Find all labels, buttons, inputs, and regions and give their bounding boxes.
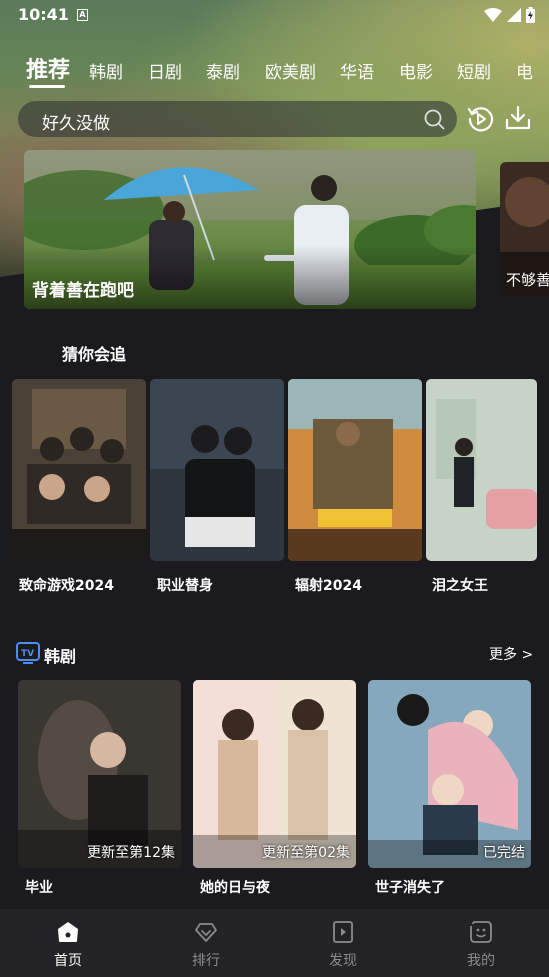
tab-recommend[interactable]: 推荐 (26, 52, 70, 84)
nav-ranking[interactable]: 排行 (156, 909, 256, 977)
tab-thai-drama[interactable]: 泰剧 (206, 58, 240, 83)
tab-jdrama[interactable]: 日剧 (148, 58, 182, 83)
drama-title: 她的日与夜 (200, 880, 270, 896)
poster-card[interactable] (150, 379, 284, 561)
poster-image (426, 379, 537, 561)
poster-image (12, 379, 146, 561)
tab-tv[interactable]: 电 (516, 58, 533, 83)
poster-title: 泪之女王 (432, 578, 488, 594)
episode-status: 更新至第12集 (87, 845, 175, 861)
nav-label: 排行 (192, 953, 220, 969)
diamond-icon (195, 923, 217, 942)
featured-banner[interactable]: 背着善在跑吧 (24, 150, 476, 309)
section-title-kdrama: 韩剧 (44, 647, 77, 666)
drama-card[interactable]: 更新至第12集 (18, 680, 181, 868)
tab-western-drama[interactable]: 欧美剧 (265, 58, 316, 83)
drama-title: 毕业 (25, 880, 53, 896)
poster-image (288, 379, 422, 561)
bottom-nav: 首页 排行 发现 我的 (0, 909, 549, 977)
search-icon[interactable] (424, 109, 445, 130)
next-banner[interactable]: 不够善 (500, 162, 549, 296)
section-title-guess: 猜你会追 (62, 345, 127, 364)
profile-icon (470, 921, 492, 943)
poster-card[interactable] (426, 379, 537, 561)
search-input[interactable]: 好久没做 (42, 109, 110, 134)
history-icon[interactable] (467, 105, 495, 133)
play-icon (333, 921, 353, 943)
nav-label: 首页 (54, 953, 82, 969)
poster-image (150, 379, 284, 561)
poster-title: 职业替身 (157, 578, 213, 594)
drama-card[interactable]: 已完结 (368, 680, 531, 868)
status-bar: 10:41 A (0, 0, 549, 30)
search-bar[interactable]: 好久没做 (18, 101, 457, 137)
nav-label: 发现 (329, 953, 357, 969)
poster-card[interactable] (288, 379, 422, 561)
wifi-icon (484, 8, 502, 22)
tab-movies[interactable]: 电影 (399, 58, 433, 83)
tab-kdrama[interactable]: 韩剧 (89, 58, 123, 83)
nav-label: 我的 (467, 953, 495, 969)
more-link[interactable]: 更多 > (489, 644, 533, 664)
banner-title: 背着善在跑吧 (32, 281, 134, 301)
poster-image (193, 680, 356, 868)
home-icon (58, 922, 78, 942)
download-icon[interactable] (505, 105, 531, 131)
active-tab-indicator (29, 85, 65, 88)
tab-chinese[interactable]: 华语 (340, 58, 374, 83)
signal-icon (507, 8, 521, 22)
notification-icon: A (77, 9, 88, 21)
battery-icon (526, 7, 535, 23)
poster-title: 辐射2024 (295, 578, 362, 594)
episode-status: 已完结 (483, 845, 525, 861)
poster-card[interactable] (12, 379, 146, 561)
category-tabs: 推荐 韩剧 日剧 泰剧 欧美剧 华语 电影 短剧 电 (0, 50, 549, 90)
episode-status: 更新至第02集 (262, 845, 350, 861)
poster-image (368, 680, 531, 868)
nav-home[interactable]: 首页 (18, 909, 118, 977)
nav-profile[interactable]: 我的 (431, 909, 531, 977)
svg-text:TV: TV (21, 649, 34, 659)
tab-shorts[interactable]: 短剧 (457, 58, 491, 83)
poster-image (18, 680, 181, 868)
nav-discover[interactable]: 发现 (293, 909, 393, 977)
drama-title: 世子消失了 (375, 880, 445, 896)
tv-icon: TV (16, 642, 40, 664)
poster-title: 致命游戏2024 (19, 578, 114, 594)
drama-card[interactable]: 更新至第02集 (193, 680, 356, 868)
banner-title: 不够善 (506, 271, 549, 289)
status-time: 10:41 (18, 5, 69, 24)
status-icons (484, 7, 535, 23)
